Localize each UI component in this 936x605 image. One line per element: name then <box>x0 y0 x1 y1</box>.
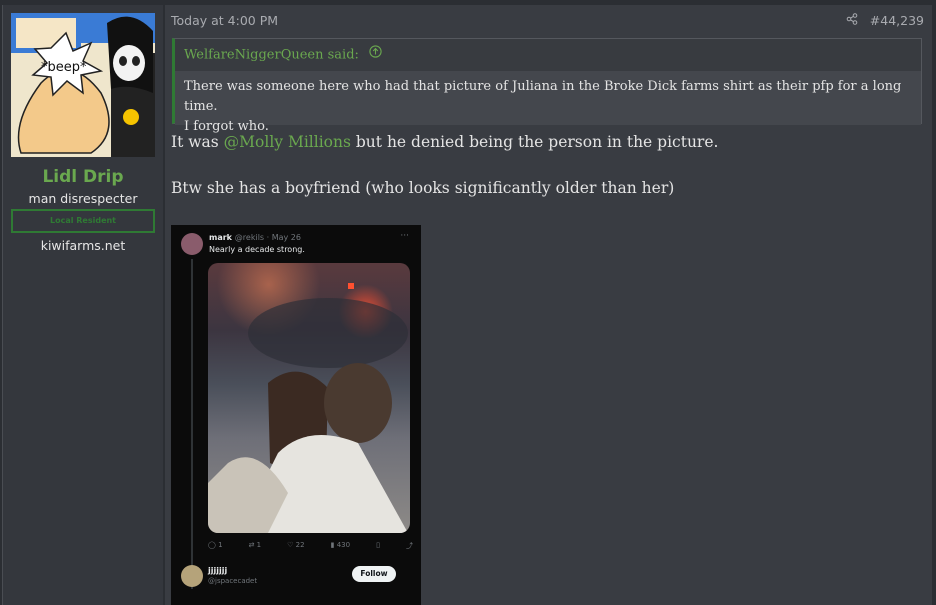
user-banner: Local Resident <box>11 209 155 233</box>
quote-body: There was someone here who had that pict… <box>175 71 921 134</box>
views-icon[interactable]: ▮ 430 <box>331 541 350 551</box>
retweet-icon[interactable]: ⇄ 1 <box>249 541 262 551</box>
user-mention-link[interactable]: @Molly Millions <box>224 133 351 151</box>
post-actions: #44,239 <box>846 13 924 28</box>
user-title: man disrespecter <box>28 191 138 206</box>
message-text: It was <box>171 133 224 151</box>
tweet-handle: @rekils · May 26 <box>234 233 301 242</box>
tweet-photo <box>208 263 410 533</box>
arrow-up-circle-icon[interactable] <box>369 39 382 71</box>
tweet-text: Nearly a decade strong. <box>209 245 305 254</box>
user-site: kiwifarms.net <box>40 238 126 253</box>
post-number[interactable]: #44,239 <box>870 13 924 28</box>
reply-handle: @jspacecadet <box>208 577 258 585</box>
avatar-caption: *beep* <box>41 60 87 75</box>
tweet-author-name: mark <box>209 233 232 242</box>
post: *beep* Lidl Drip man disrespecter Local … <box>2 5 932 605</box>
message-text: but he denied being the person in the pi… <box>350 133 719 151</box>
thread-line <box>191 259 193 589</box>
avatar-image: *beep* <box>11 13 155 157</box>
share-icon[interactable]: ⤴ <box>406 541 413 551</box>
tweet-screenshot[interactable]: mark @rekils · May 26 Nearly a decade st… <box>171 225 421 605</box>
user-cell: *beep* Lidl Drip man disrespecter Local … <box>3 5 165 605</box>
avatar[interactable]: *beep* <box>11 13 155 157</box>
bookmark-icon[interactable]: ▯ <box>376 541 380 551</box>
message-line-2: Btw she has a boyfriend (who looks signi… <box>171 179 675 197</box>
share-icon[interactable] <box>846 13 858 28</box>
reply-name: jjjjjjj <box>208 566 228 575</box>
quote-author[interactable]: WelfareNiggerQueen said: <box>184 48 359 63</box>
post-date[interactable]: Today at 4:00 PM <box>171 13 278 28</box>
username[interactable]: Lidl Drip <box>3 167 163 187</box>
tweet-avatar <box>181 233 203 255</box>
tweet-more-icon: ··· <box>400 231 409 241</box>
follow-button[interactable]: Follow <box>352 566 396 582</box>
quote-block: WelfareNiggerQueen said: There was someo… <box>172 38 922 134</box>
like-icon[interactable]: ♡ 22 <box>287 541 304 551</box>
reply-avatar <box>181 565 203 587</box>
post-header: Today at 4:00 PM #44,239 <box>171 13 924 33</box>
message-line-1: It was @Molly Millions but he denied bei… <box>171 133 718 151</box>
reply-icon[interactable]: ◯ 1 <box>208 541 223 551</box>
tweet-author: mark @rekils · May 26 <box>209 233 301 242</box>
quote-header[interactable]: WelfareNiggerQueen said: <box>175 39 921 71</box>
tweet-stats: ◯ 1 ⇄ 1 ♡ 22 ▮ 430 ▯ ⤴ <box>208 541 413 551</box>
quote-line: There was someone here who had that pict… <box>184 79 902 114</box>
